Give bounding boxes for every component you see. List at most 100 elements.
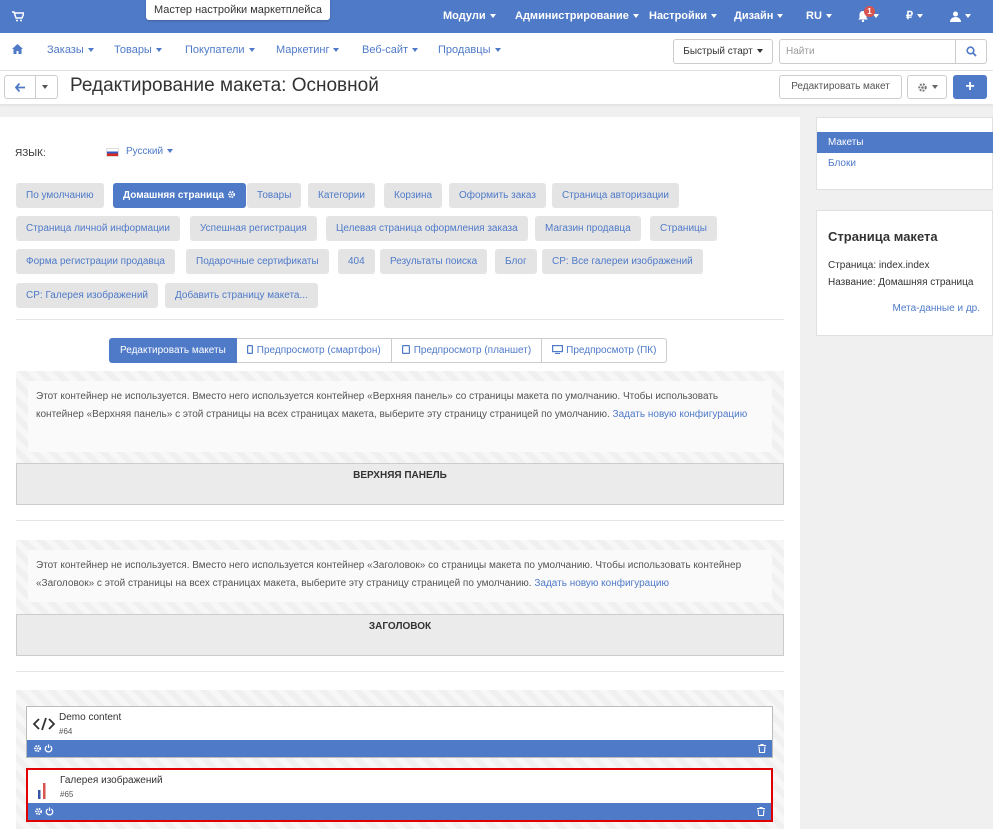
search-icon (966, 46, 977, 57)
chevron-down-icon (632, 14, 639, 19)
view-mode-tabs: Редактировать макеты Предпросмотр (смарт… (109, 338, 668, 363)
tablet-icon (401, 345, 410, 355)
nav-administration[interactable]: Администрирование (515, 0, 639, 33)
user-menu[interactable] (950, 0, 971, 33)
language-value: Русский (126, 146, 164, 157)
content-container: Demo content #64 Галерея изображений #65 (16, 690, 784, 829)
sidebar-nav: Макеты Блоки (816, 117, 993, 190)
block-demo-content[interactable]: Demo content #64 (26, 706, 773, 758)
nav-settings-label: Настройки (649, 10, 708, 22)
page-tab-registration-success[interactable]: Успешная регистрация (190, 216, 317, 241)
page-header-bar: Редактирование макета: Основной Редактир… (0, 71, 993, 105)
settings-dropdown-button[interactable] (907, 75, 947, 99)
page-tab-blog[interactable]: Блог (495, 249, 537, 274)
chevron-down-icon (87, 48, 94, 53)
add-layout-page-button[interactable]: Добавить страницу макета... (165, 283, 318, 308)
page-tab-vendor-store[interactable]: Магазин продавца (535, 216, 641, 241)
nav-design[interactable]: Дизайн (734, 0, 784, 33)
plus-icon: + (965, 78, 975, 95)
page-tab-search-results[interactable]: Результаты поиска (380, 249, 488, 274)
page-tab-homepage[interactable]: Домашняя страница (113, 183, 246, 208)
nav-modules-label: Модули (443, 10, 486, 22)
language-selector[interactable]: Русский (126, 146, 174, 157)
menu-customers[interactable]: Покупатели (185, 33, 255, 67)
tab-edit-layouts[interactable]: Редактировать макеты (109, 338, 237, 363)
page-tab-login[interactable]: Страница авторизации (552, 183, 679, 208)
page-tab-cart[interactable]: Корзина (384, 183, 443, 208)
block-id: #65 (60, 790, 74, 799)
power-icon[interactable] (45, 807, 54, 816)
trash-icon[interactable] (758, 744, 766, 753)
chevron-down-icon (777, 14, 784, 19)
chevron-down-icon (167, 149, 174, 154)
smartphone-icon (246, 345, 253, 355)
search-input[interactable]: Найти (779, 39, 956, 64)
language-label: ЯЗЫК: (15, 148, 46, 159)
chevron-down-icon (333, 48, 340, 53)
page-tab-products[interactable]: Товары (247, 183, 302, 208)
page-tab-vendor-signup[interactable]: Форма регистрации продавца (16, 249, 175, 274)
quick-start-button[interactable]: Быстрый старт (673, 39, 773, 64)
gear-icon[interactable] (34, 807, 43, 816)
container-title: ВЕРХНЯЯ ПАНЕЛЬ (16, 463, 784, 505)
page-tab-checkout-landing[interactable]: Целевая страница оформления заказа (326, 216, 528, 241)
container-notice: Этот контейнер не используется. Вместо н… (28, 381, 772, 452)
block-toolbar (28, 803, 771, 820)
menu-products[interactable]: Товары (114, 33, 162, 67)
block-image-gallery[interactable]: Галерея изображений #65 (26, 768, 773, 822)
nav-settings[interactable]: Настройки (649, 0, 718, 33)
cart-icon[interactable] (12, 11, 24, 22)
tab-preview-smartphone[interactable]: Предпросмотр (смартфон) (236, 338, 392, 363)
edit-layout-button[interactable]: Редактировать макет (779, 75, 902, 99)
power-icon[interactable] (44, 744, 53, 753)
gear-icon[interactable] (33, 744, 42, 753)
nav-design-label: Дизайн (734, 10, 774, 22)
menu-orders-label: Заказы (47, 44, 84, 56)
add-button[interactable]: + (953, 75, 987, 99)
sidebar-item-blocks[interactable]: Блоки (828, 158, 856, 169)
set-new-configuration-link[interactable]: Задать новую конфигурацию (534, 578, 669, 589)
page-tab-pages[interactable]: Страницы (650, 216, 717, 241)
search-button[interactable] (955, 39, 987, 64)
page-tab-checkout[interactable]: Оформить заказ (449, 183, 546, 208)
marketplace-wizard-button[interactable]: Мастер настройки маркетплейса (146, 0, 331, 20)
page-tab-404[interactable]: 404 (338, 249, 375, 274)
page-tab-default[interactable]: По умолчанию (16, 183, 104, 208)
chevron-down-icon (711, 14, 718, 19)
tab-preview-desktop[interactable]: Предпросмотр (ПК) (542, 338, 668, 363)
desktop-icon (552, 345, 564, 355)
info-name: Название: Домашняя страница (828, 277, 974, 288)
home-icon[interactable] (12, 44, 23, 54)
nav-language[interactable]: RU (806, 0, 832, 33)
header-container: Этот контейнер не используется. Вместо н… (16, 540, 784, 656)
back-button[interactable] (4, 75, 58, 99)
nav-administration-label: Администрирование (515, 10, 629, 22)
metadata-link[interactable]: Мета-данные и др. (892, 303, 980, 314)
menu-orders[interactable]: Заказы (47, 33, 94, 67)
page-tab-all-galleries[interactable]: CP: Все галереи изображений (542, 249, 703, 274)
set-new-configuration-link[interactable]: Задать новую конфигурацию (613, 409, 748, 420)
trash-icon[interactable] (757, 807, 765, 816)
menu-website[interactable]: Веб-сайт (362, 33, 419, 67)
top-bar: Мастер настройки маркетплейса Модули Адм… (0, 0, 993, 33)
page-tab-profile[interactable]: Страница личной информации (16, 216, 180, 241)
nav-modules[interactable]: Модули (443, 0, 496, 33)
gear-icon[interactable] (227, 190, 236, 199)
layout-page-info: Страница макета Страница: index.index На… (816, 210, 993, 336)
tab-preview-smartphone-label: Предпросмотр (смартфон) (256, 345, 381, 356)
block-header: Demo content #64 (27, 707, 772, 740)
page-tab-gallery[interactable]: CP: Галерея изображений (16, 283, 158, 308)
page-tab-categories[interactable]: Категории (308, 183, 375, 208)
chevron-down-icon[interactable] (42, 85, 48, 89)
chevron-down-icon (489, 14, 496, 19)
quick-start-label: Быстрый старт (683, 46, 753, 57)
divider (16, 520, 784, 521)
currency-menu[interactable]: ₽ (906, 0, 923, 33)
arrow-left-icon (15, 83, 25, 92)
chevron-down-icon (931, 85, 938, 90)
sidebar-item-layouts[interactable]: Макеты (817, 132, 993, 153)
page-tab-gift-certificates[interactable]: Подарочные сертификаты (186, 249, 329, 274)
menu-marketing[interactable]: Маркетинг (276, 33, 340, 67)
tab-preview-tablet[interactable]: Предпросмотр (планшет) (391, 338, 543, 363)
menu-vendors[interactable]: Продавцы (438, 33, 501, 67)
